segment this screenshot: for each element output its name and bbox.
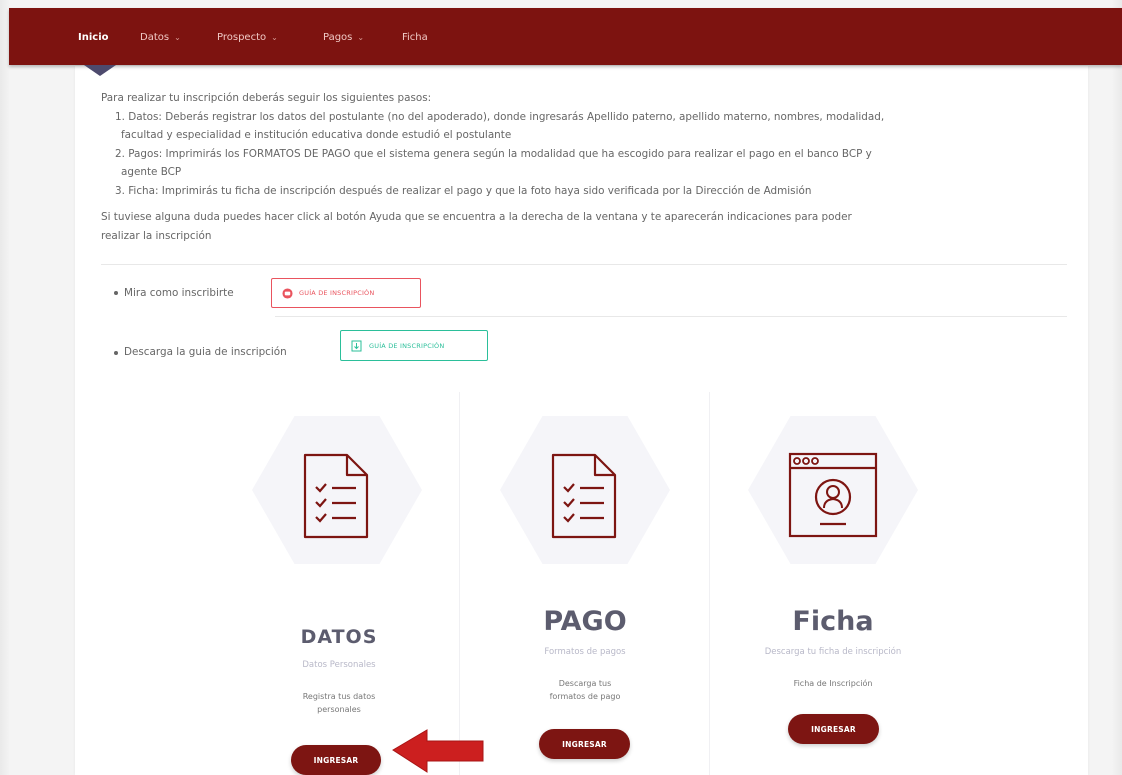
ingresar-datos-button[interactable]: INGRESAR	[291, 745, 381, 775]
chevron-down-icon: ⌄	[357, 33, 365, 42]
nav-item-pagos[interactable]: Pagos ⌄	[323, 32, 364, 43]
instructions-step2-cont: agente BCP	[121, 166, 182, 178]
ingresar-pago-button[interactable]: INGRESAR	[539, 729, 630, 759]
red-pointer-arrow-icon	[392, 729, 484, 773]
nav-label: Pagos	[323, 32, 353, 43]
nav-label: Datos	[140, 32, 170, 43]
download-guide-label: Descarga la guia de inscripción	[124, 346, 287, 358]
checklist-icon	[303, 453, 369, 539]
chevron-down-icon: ⌄	[174, 33, 181, 42]
step-description-datos: Registra tus datos personales	[302, 692, 376, 714]
download-guide-button[interactable]: GUÍA DE INSCRIPCIÓN	[340, 330, 488, 361]
step-subtitle-ficha: Descarga tu ficha de inscripción	[764, 647, 902, 657]
column-divider	[709, 392, 710, 775]
instructions-step3: 3. Ficha: Imprimirás tu ficha de inscrip…	[115, 185, 812, 197]
bullet	[114, 351, 118, 355]
profile-window-icon	[788, 452, 878, 538]
play-circle-icon	[282, 287, 293, 299]
bullet	[114, 291, 118, 295]
help-text: Si tuviese alguna duda puedes hacer clic…	[101, 211, 852, 223]
active-nav-pointer	[84, 65, 116, 76]
step-description-ficha: Ficha de Inscripción	[793, 679, 873, 688]
nav-item-datos[interactable]: Datos ⌄	[140, 32, 181, 43]
instructions-step2: 2. Pagos: Imprimirás los FORMATOS DE PAG…	[115, 148, 872, 160]
instructions-step1-cont: facultad y especialidad e institución ed…	[121, 129, 512, 141]
help-text-cont: realizar la inscripción	[101, 230, 212, 242]
nav-label: Prospecto	[217, 32, 267, 43]
step-description-pago: Descarga tus formatos de pago	[549, 679, 621, 701]
watch-guide-button-label: GUÍA DE INSCRIPCIÓN	[299, 289, 375, 297]
divider	[101, 264, 1067, 265]
instructions-step1: 1. Datos: Deberás registrar los datos de…	[115, 111, 885, 123]
nav-item-ficha[interactable]: Ficha	[402, 32, 428, 43]
top-navbar: Inicio Datos ⌄ Prospecto ⌄ Pagos ⌄ Ficha	[9, 8, 1122, 65]
step-title-pago: PAGO	[543, 606, 627, 637]
watch-guide-label: Mira como inscribirte	[124, 287, 234, 299]
download-guide-button-label: GUÍA DE INSCRIPCIÓN	[369, 341, 445, 350]
ingresar-ficha-button[interactable]: INGRESAR	[788, 714, 879, 744]
step-subtitle-datos: Datos Personales	[302, 660, 376, 670]
nav-label: Inicio	[78, 32, 109, 43]
nav-item-prospecto[interactable]: Prospecto ⌄	[217, 32, 278, 43]
divider	[275, 316, 1067, 317]
step-title-ficha: Ficha	[792, 606, 874, 637]
step-title-datos: DATOS	[300, 626, 378, 648]
instructions-intro: Para realizar tu inscripción deberás seg…	[101, 92, 432, 104]
nav-label: Ficha	[402, 32, 428, 43]
checklist-icon	[551, 453, 617, 539]
watch-guide-button[interactable]: GUÍA DE INSCRIPCIÓN	[271, 278, 421, 308]
column-divider	[459, 392, 460, 775]
step-subtitle-pago: Formatos de pagos	[544, 647, 626, 657]
chevron-down-icon: ⌄	[271, 33, 278, 42]
nav-item-inicio[interactable]: Inicio	[78, 32, 109, 43]
document-download-icon	[351, 340, 362, 351]
